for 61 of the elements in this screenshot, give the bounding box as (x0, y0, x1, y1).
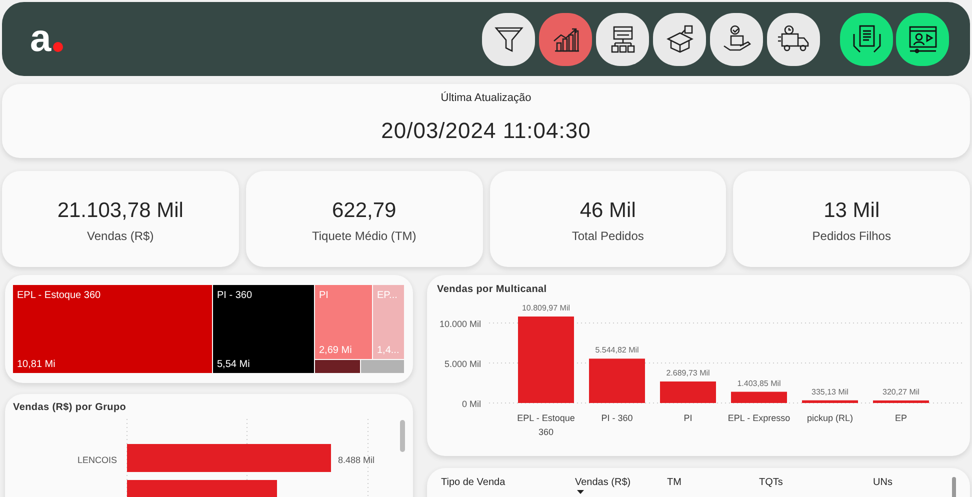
kpi-value: 622,79 (332, 199, 396, 223)
value-label: 320,27 Mil (882, 387, 920, 396)
tile-value: 1,4... (377, 345, 400, 356)
logo-dot-icon (53, 42, 64, 52)
treemap-tile[interactable] (361, 360, 404, 373)
kpi-value: 13 Mil (824, 199, 880, 223)
bar[interactable] (802, 400, 858, 403)
sort-caret-icon (577, 490, 584, 494)
tile-value: 5,54 Mi (217, 359, 250, 370)
kpi-value: 21.103,78 Mil (57, 199, 184, 223)
handbox-nav-button[interactable] (710, 12, 763, 66)
kpi-label: Tiquete Médio (TM) (312, 229, 416, 243)
value-label: 335,13 Mil (812, 387, 848, 396)
column-header[interactable]: TQTs (759, 477, 873, 494)
x-axis-label: EPL - Estoque 360 (517, 413, 575, 437)
kpi-label: Vendas (R$) (87, 229, 154, 243)
tile-value: 10,81 Mi (17, 359, 56, 370)
update-datetime: 20/03/2024 11:04:30 (381, 118, 591, 144)
update-label: Última Atualização (440, 92, 532, 104)
bar[interactable] (873, 400, 929, 403)
x-axis-label: PI - 360 (601, 413, 633, 423)
column-header[interactable]: Vendas (R$) (575, 477, 667, 494)
category-label: LENCOIS (77, 455, 117, 465)
value-label: 5.544,82 Mil (595, 346, 639, 355)
treemap-tile[interactable]: PI - 360 5,54 Mi (213, 285, 314, 373)
chart-title: Vendas por Multicanal (437, 284, 548, 295)
x-axis-label: EPL - Expresso (728, 413, 790, 423)
document-button[interactable] (840, 12, 893, 66)
value-label: 10.809,97 Mil (522, 304, 570, 313)
logo-text: a (30, 20, 52, 58)
video-button[interactable] (896, 12, 949, 66)
x-axis-label: EP (895, 413, 907, 423)
bar[interactable] (731, 392, 787, 403)
y-axis-label: 5.000 Mil (444, 359, 481, 369)
bar[interactable] (660, 381, 716, 403)
kpi-value: 46 Mil (580, 199, 636, 223)
treemap-tile[interactable] (315, 360, 360, 373)
tile-label: PI - 360 (217, 290, 252, 301)
x-axis-label: pickup (RL) (807, 413, 853, 423)
box-nav-button[interactable] (653, 12, 706, 66)
x-axis-label: PI (684, 413, 692, 423)
truck-nav-button[interactable] (767, 12, 820, 66)
chart-title: Vendas (R$) por Grupo (13, 402, 128, 413)
tile-label: PI (319, 290, 328, 301)
column-header[interactable]: TM (667, 477, 759, 494)
value-label: 8.488 Mil (338, 455, 375, 465)
value-label: 2.689,73 Mil (666, 368, 710, 378)
column-header[interactable]: Tipo de Venda (441, 477, 575, 494)
treemap-tile[interactable]: EPL - Estoque 360 10,81 Mi (13, 285, 212, 373)
tile-label: EP... (377, 290, 398, 301)
funnel-nav-button[interactable] (482, 12, 535, 66)
kpi-label: Pedidos Filhos (812, 229, 891, 243)
column-header[interactable]: UNs (873, 477, 933, 494)
y-axis-label: 10.000 Mil (439, 319, 481, 329)
growth-nav-button[interactable] (539, 12, 592, 66)
tile-label: EPL - Estoque 360 (17, 290, 101, 301)
scrollbar-thumb[interactable] (400, 420, 405, 452)
tile-value: 2,69 Mi (319, 345, 352, 356)
y-axis-label: 0 Mil (462, 399, 481, 409)
kpi-label: Total Pedidos (572, 229, 644, 243)
value-label: 1.403,85 Mil (737, 378, 781, 388)
